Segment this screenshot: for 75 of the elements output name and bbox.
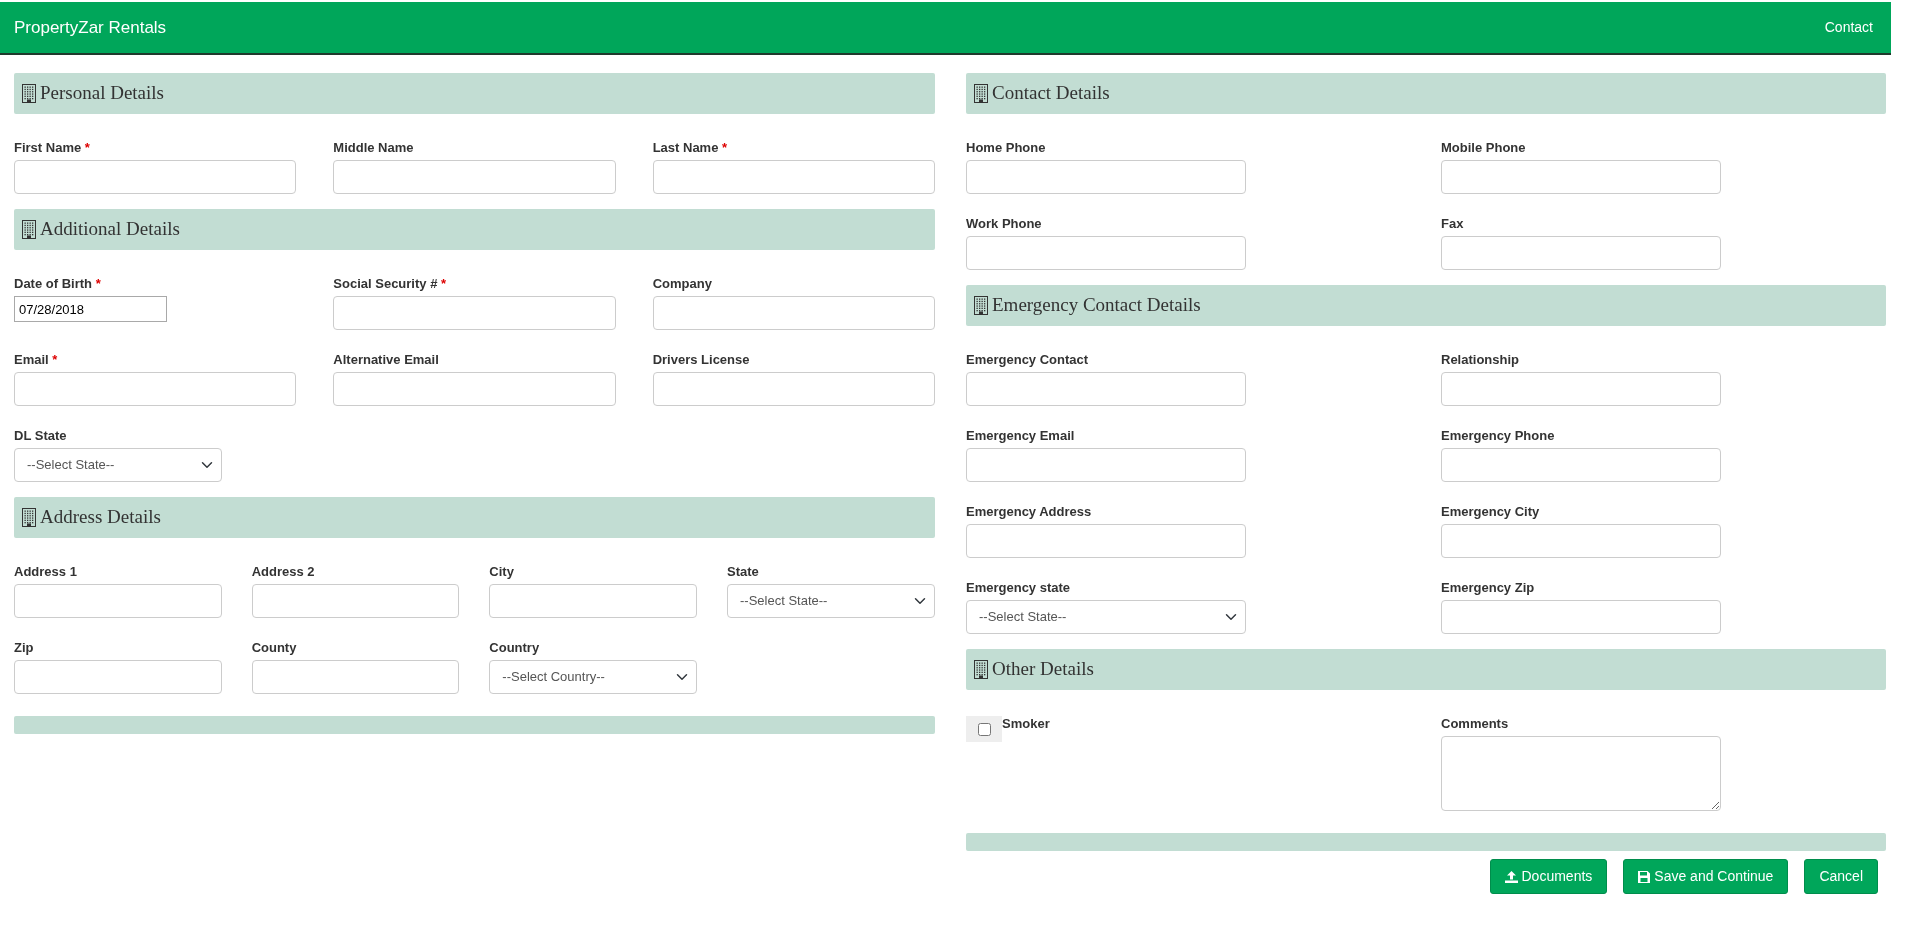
input-field[interactable] (966, 448, 1246, 482)
field-label: Emergency Contact (966, 352, 1090, 367)
section-title: Contact Details (992, 81, 1110, 106)
field-label: DL State (14, 428, 68, 443)
field-label: Last Name * (652, 140, 729, 155)
section-title: Emergency Contact Details (992, 293, 1201, 318)
field-label: Social Security # * (333, 276, 448, 291)
building-icon (974, 296, 988, 315)
field-label: Country (489, 640, 541, 655)
field-label: Drivers License (652, 352, 751, 367)
field-label: State (727, 564, 760, 579)
input-field[interactable] (14, 160, 297, 194)
input-field[interactable] (1441, 448, 1721, 482)
field-label: First Name * (14, 140, 91, 155)
input-field[interactable] (333, 160, 616, 194)
field-label: Emergency Address (966, 504, 1093, 519)
input-field[interactable] (489, 584, 697, 618)
field-label: Address 1 (14, 564, 78, 579)
building-icon (22, 84, 36, 103)
input-field[interactable] (333, 296, 616, 330)
field-label: Alternative Email (333, 352, 440, 367)
checkbox[interactable] (977, 722, 991, 736)
input-field[interactable] (1441, 524, 1721, 558)
section-title: Additional Details (40, 217, 180, 242)
input-field[interactable] (966, 236, 1246, 270)
field-label: Emergency Zip (1441, 580, 1536, 595)
upload-icon (1504, 870, 1518, 883)
field-label: Middle Name (333, 140, 415, 155)
input-field[interactable] (333, 372, 616, 406)
input-field[interactable] (1441, 236, 1721, 270)
input-field[interactable] (652, 372, 935, 406)
field-label: Emergency City (1441, 504, 1541, 519)
input-field[interactable] (1441, 600, 1721, 634)
building-icon (974, 84, 988, 103)
section-title: Address Details (40, 505, 161, 530)
building-icon (22, 220, 36, 239)
select-field[interactable]: --Select State-- (727, 584, 935, 618)
input-field[interactable] (14, 372, 297, 406)
section-title: Personal Details (40, 81, 164, 106)
select-field[interactable]: --Select Country-- (489, 660, 698, 694)
input-field[interactable] (966, 160, 1246, 194)
input-field[interactable] (966, 372, 1246, 406)
section-title: Other Details (992, 657, 1094, 682)
field-label: Address 2 (251, 564, 316, 579)
checkbox-label: Smoker (1002, 716, 1050, 731)
input-field[interactable] (14, 660, 222, 694)
input-field[interactable] (251, 660, 460, 694)
field-label: City (489, 564, 515, 579)
building-icon (22, 508, 36, 527)
input-field[interactable] (1441, 372, 1721, 406)
input-field[interactable] (251, 584, 460, 618)
field-label: Mobile Phone (1441, 140, 1527, 155)
select-field[interactable]: --Select State-- (966, 600, 1246, 634)
field-label: Date of Birth * (14, 276, 102, 291)
input-field[interactable] (14, 584, 222, 618)
field-label: Emergency Phone (1441, 428, 1556, 443)
input-field[interactable] (652, 160, 935, 194)
comments-field[interactable] (1441, 736, 1721, 811)
date-field[interactable]: 07/28/2018 (14, 296, 167, 322)
field-label: Comments (1441, 716, 1510, 731)
field-label: Relationship (1441, 352, 1520, 367)
select-field[interactable]: --Select State-- (14, 448, 222, 482)
field-label: Zip (14, 640, 35, 655)
field-label: Emergency state (966, 580, 1072, 595)
input-field[interactable] (1441, 160, 1721, 194)
field-label: Email * (14, 352, 59, 367)
field-label: County (251, 640, 298, 655)
field-label: Emergency Email (966, 428, 1076, 443)
input-field[interactable] (966, 524, 1246, 558)
field-label: Fax (1441, 216, 1465, 231)
building-icon (974, 660, 988, 679)
field-label: Company (652, 276, 713, 291)
input-field[interactable] (652, 296, 935, 330)
field-label: Work Phone (966, 216, 1043, 231)
field-label: Home Phone (966, 140, 1047, 155)
